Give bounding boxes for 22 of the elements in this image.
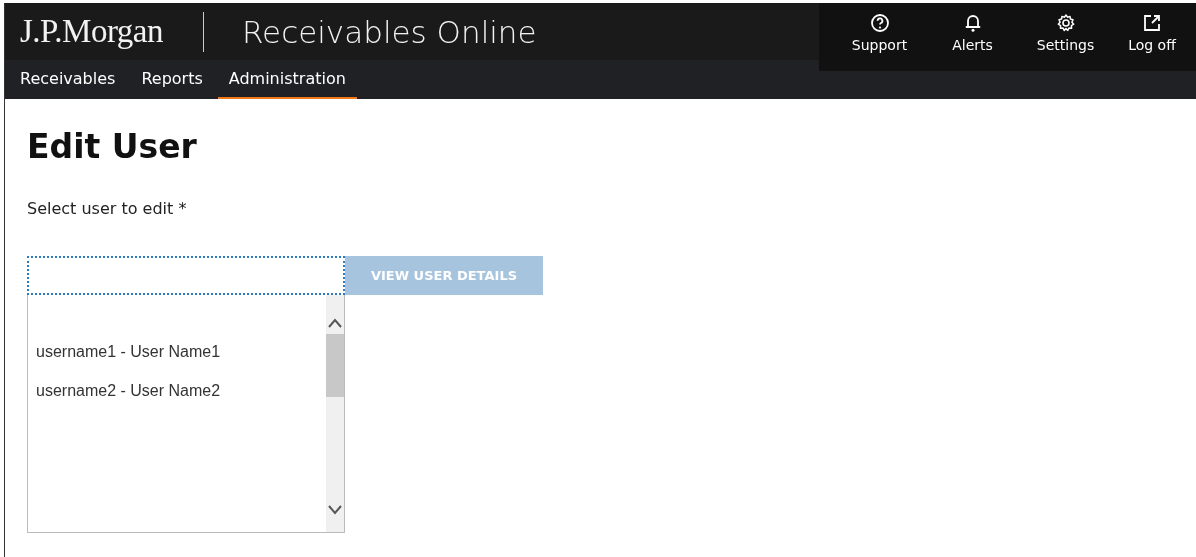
- external-link-icon: [1142, 13, 1162, 33]
- help-icon: [869, 13, 890, 33]
- nav-tab[interactable]: Receivables: [9, 60, 127, 99]
- app-title: Receivables Online: [241, 13, 537, 50]
- utility-button[interactable]: Log off: [1112, 3, 1192, 71]
- nav-tab[interactable]: Reports: [130, 60, 214, 99]
- logo: J.P.Morgan: [20, 13, 163, 50]
- scrollbar-thumb[interactable]: [326, 334, 344, 397]
- settings-icon: [1055, 13, 1076, 33]
- field-label: Select user to edit *: [27, 199, 188, 218]
- utility-button[interactable]: Settings: [1019, 3, 1112, 71]
- scrollbar[interactable]: [326, 295, 344, 532]
- scroll-up-icon[interactable]: [328, 318, 342, 328]
- user-option[interactable]: username1 - User Name1: [36, 343, 326, 382]
- user-listbox[interactable]: username1 - User Name1 username2 - User Name2: [27, 295, 345, 533]
- user-input-field[interactable]: [27, 256, 345, 295]
- page-heading: Edit User: [27, 127, 198, 166]
- nav-tab[interactable]: Administration: [217, 60, 357, 99]
- user-option[interactable]: username2 - User Name2: [36, 382, 326, 421]
- utility-button[interactable]: Alerts: [926, 3, 1019, 71]
- scroll-down-icon[interactable]: [328, 505, 342, 515]
- utility-button[interactable]: Support: [833, 3, 926, 71]
